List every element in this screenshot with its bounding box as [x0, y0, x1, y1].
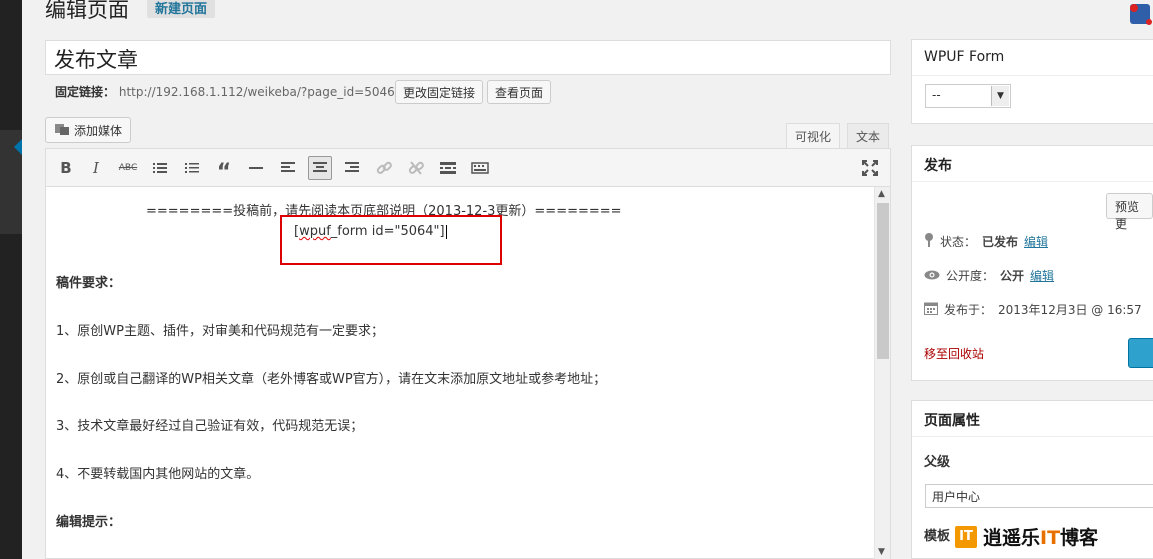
- paragraph: 4、不要转载国内其他网站的文章。: [56, 467, 260, 482]
- page-attributes-title: 页面属性: [912, 401, 1153, 437]
- watermark-logo: IT: [955, 525, 977, 548]
- wpuf-form-selected: --: [932, 88, 941, 102]
- chevron-down-icon: ▼: [991, 86, 1009, 106]
- highlight-box: [280, 215, 502, 265]
- parent-select[interactable]: 用户中心: [925, 484, 1153, 508]
- published-label: 发布于：: [944, 303, 993, 317]
- wpuf-form-select[interactable]: -- ▼: [925, 84, 1011, 108]
- editor-toolbar: B I ABC “: [46, 149, 890, 187]
- publish-panel: 发布 预览更 状态： 已发布 编辑 公开度： 公开 编辑 发布于： 2013年12月3日 …: [911, 145, 1153, 381]
- publish-title: 发布: [912, 146, 1153, 182]
- pin-icon: [924, 233, 934, 250]
- current-menu-arrow-icon: [14, 139, 22, 155]
- scroll-up-icon[interactable]: ▲: [878, 189, 885, 199]
- status-value: 已发布: [982, 235, 1019, 249]
- site-watermark: IT 逍遥乐IT博客: [955, 523, 1098, 550]
- status-row: 状态： 已发布 编辑: [924, 233, 1048, 250]
- move-to-trash-link[interactable]: 移至回收站: [924, 345, 984, 362]
- parent-selected: 用户中心: [932, 490, 981, 504]
- align-right-icon[interactable]: [340, 156, 364, 180]
- template-label: 模板: [924, 529, 951, 544]
- paragraph: 1、原创WP主题、插件，对审美和代码规范有一定要求；: [56, 324, 384, 339]
- permalink-url[interactable]: http://192.168.1.112/weikeba/?page_id=50…: [119, 85, 395, 99]
- visibility-label: 公开度：: [946, 269, 995, 283]
- read-more-icon[interactable]: [436, 156, 460, 180]
- published-row: 发布于： 2013年12月3日 @ 16:57: [924, 301, 1142, 318]
- media-icon: [54, 122, 70, 139]
- plugin-icon: [1122, 0, 1153, 30]
- admin-sidebar: [0, 0, 22, 559]
- add-new-page-button[interactable]: 新建页面: [147, 0, 216, 18]
- strikethrough-icon[interactable]: ABC: [116, 156, 140, 180]
- paragraph: 3、技术文章最好经过自己验证有效，代码规范无误；: [56, 419, 364, 434]
- permalink-label: 固定链接：: [55, 85, 116, 99]
- visibility-value: 公开: [1000, 269, 1025, 283]
- section-heading: 编辑提示：: [56, 515, 122, 530]
- italic-icon[interactable]: I: [84, 156, 108, 180]
- editor-content[interactable]: ========投稿前，请先阅读本页底部说明（2013-12-3更新）=====…: [46, 187, 874, 559]
- visibility-row: 公开度： 公开 编辑: [924, 267, 1054, 284]
- numbered-list-icon[interactable]: [180, 156, 204, 180]
- add-media-label: 添加媒体: [74, 123, 123, 138]
- change-permalink-button[interactable]: 更改固定链接: [395, 80, 484, 104]
- editor-scrollbar[interactable]: ▲ ▼: [874, 187, 890, 559]
- status-label: 状态：: [940, 235, 977, 249]
- preview-button[interactable]: 预览更: [1106, 193, 1153, 231]
- horizontal-rule-icon[interactable]: [244, 156, 268, 180]
- update-button[interactable]: [1128, 338, 1153, 368]
- parent-label: 父级: [924, 455, 951, 470]
- section-heading: 稿件要求：: [56, 276, 122, 291]
- tab-visual[interactable]: 可视化: [786, 123, 841, 149]
- edit-visibility-link[interactable]: 编辑: [1030, 267, 1054, 284]
- fullscreen-icon[interactable]: [858, 156, 882, 180]
- toolbar-toggle-icon[interactable]: [468, 156, 492, 180]
- wpuf-form-panel: WPUF Form -- ▼: [911, 39, 1153, 124]
- watermark-text: 逍遥乐IT博客: [983, 527, 1099, 549]
- add-media-button[interactable]: 添加媒体: [45, 117, 132, 143]
- view-page-button[interactable]: 查看页面: [487, 80, 552, 104]
- editor[interactable]: B I ABC “ ========投稿前，请先阅读本页底部说明（2013-12…: [45, 148, 891, 559]
- unlink-icon[interactable]: [404, 156, 428, 180]
- wpuf-form-title: WPUF Form: [912, 40, 1153, 76]
- link-icon[interactable]: [372, 156, 396, 180]
- permalink-row: 固定链接： http://192.168.1.112/weikeba/?page…: [55, 83, 395, 100]
- bullet-list-icon[interactable]: [148, 156, 172, 180]
- edit-status-link[interactable]: 编辑: [1024, 233, 1048, 250]
- align-center-icon[interactable]: [308, 156, 332, 180]
- paragraph: 2、原创或自己翻译的WP相关文章（老外博客或WP官方），请在文末添加原文地址或参…: [56, 372, 607, 387]
- scrollbar-thumb[interactable]: [877, 203, 889, 359]
- align-left-icon[interactable]: [276, 156, 300, 180]
- page-title: 编辑页面: [45, 0, 129, 22]
- eye-icon: [924, 269, 940, 283]
- published-value: 2013年12月3日 @ 16:57: [998, 303, 1142, 317]
- blockquote-icon[interactable]: “: [212, 156, 236, 185]
- post-title-input[interactable]: 发布文章: [45, 40, 891, 75]
- scroll-down-icon[interactable]: ▼: [878, 547, 885, 557]
- calendar-icon: [924, 301, 938, 318]
- bold-icon[interactable]: B: [54, 156, 78, 180]
- tab-text[interactable]: 文本: [847, 123, 890, 149]
